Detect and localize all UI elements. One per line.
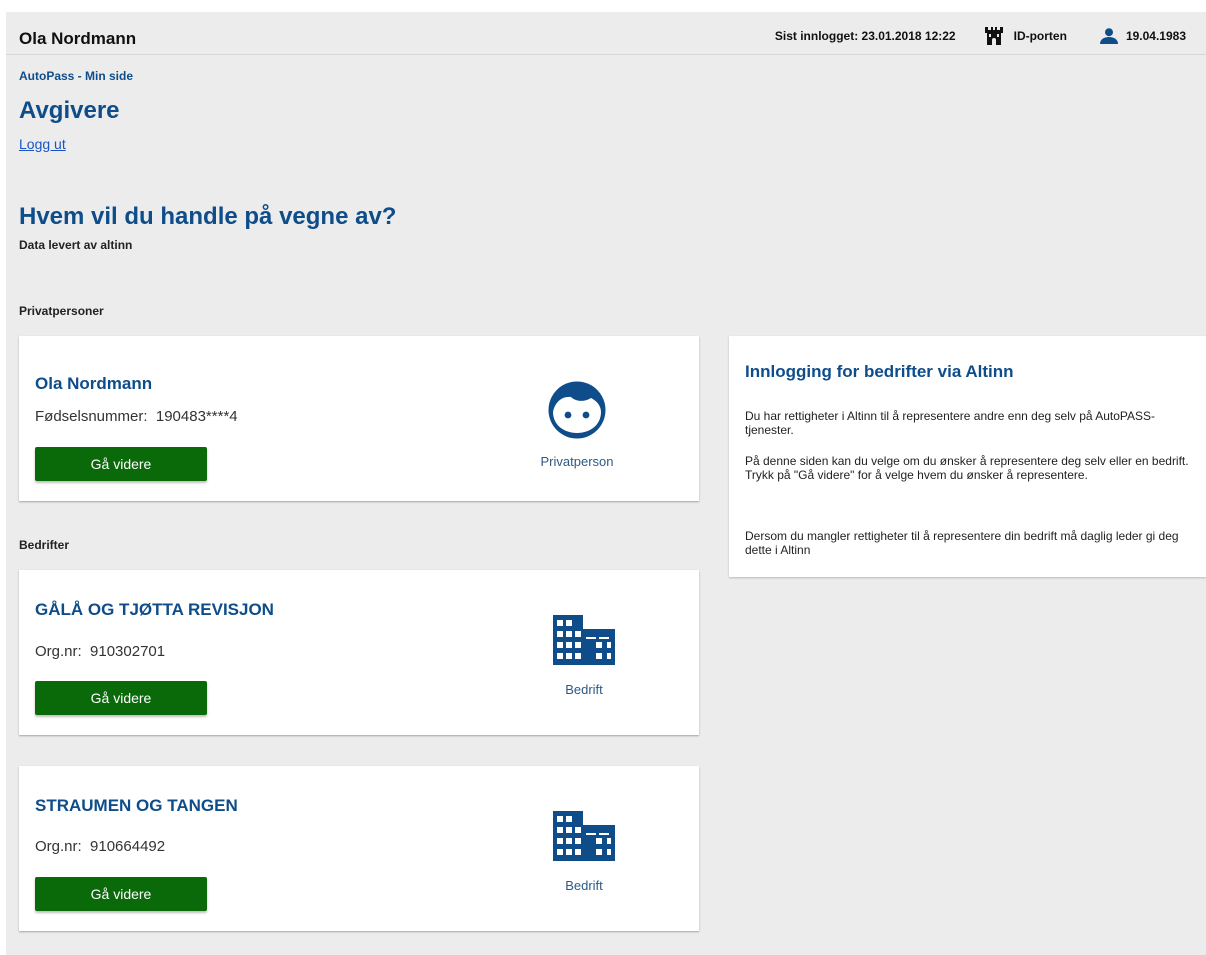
card-title: Ola Nordmann [35,374,153,393]
header-user-name: Ola Nordmann [19,29,137,48]
last-login-text: Sist innlogget: 23.01.2018 12:22 [774,29,956,43]
business-card: STRAUMEN OG TANGEN Org.nr: 910664492 Gå … [19,766,699,931]
info-paragraph: Dersom du mangler rettigheter til å repr… [745,529,1179,557]
business-card: GÅLÅ OG TJØTTA REVISJON Org.nr: 91030270… [19,570,699,735]
idporten-label: ID-porten [1013,29,1067,43]
building-icon [553,615,615,665]
birth-date-text: 19.04.1983 [1125,29,1186,43]
continue-button[interactable]: Gå videre [35,447,207,481]
logout-link[interactable]: Logg ut [19,136,66,152]
altinn-info-panel: Innlogging for bedrifter via Altinn Du h… [729,336,1206,577]
person-icon [1099,28,1118,44]
business-section-label: Bedrifter [19,538,70,552]
page-container: Ola Nordmann Sist innlogget: 23.01.2018 … [6,12,1206,955]
castle-icon [984,27,1003,45]
birth-date: 19.04.1983 [1099,28,1186,44]
info-line: Trykk på "Gå videre" for å velge hvem du… [745,468,1088,482]
private-person-card: Ola Nordmann Fødselsnummer: 190483****4 … [19,336,699,501]
card-id-value: 910664492 [90,838,166,855]
question-heading: Hvem vil du handle på vegne av? [19,203,397,230]
info-paragraph: På denne siden kan du velge om du ønsker… [745,454,1190,482]
card-type-label: Privatperson [540,454,614,469]
card-id-value: 910302701 [90,643,166,660]
private-section-label: Privatpersoner [19,304,104,318]
card-title: GÅLÅ OG TJØTTA REVISJON [35,600,274,619]
face-icon [548,381,606,439]
card-id: Org.nr: 910664492 [35,838,165,855]
card-title: STRAUMEN OG TANGEN [35,796,238,815]
info-paragraph: Du har rettigheter i Altinn til å repres… [745,409,1156,437]
card-id: Org.nr: 910302701 [35,643,165,660]
card-id: Fødselsnummer: 190483****4 [35,408,238,425]
info-line: På denne siden kan du velge om du ønsker… [745,454,1189,468]
card-id-label: Org.nr: [35,838,82,855]
continue-button[interactable]: Gå videre [35,681,207,715]
header-right: Sist innlogget: 23.01.2018 12:22 ID-port… [775,27,1186,45]
continue-button[interactable]: Gå videre [35,877,207,911]
info-title: Innlogging for bedrifter via Altinn [745,362,1014,381]
idporten-link[interactable]: ID-porten [984,27,1067,45]
card-id-label: Fødselsnummer: [35,408,148,425]
card-id-label: Org.nr: [35,643,82,660]
page-title: Avgivere [19,97,120,124]
card-type-label: Bedrift [565,878,603,893]
data-source-text: Data levert av altinn [19,238,133,252]
top-bar: Ola Nordmann Sist innlogget: 23.01.2018 … [6,12,1206,55]
card-type-label: Bedrift [565,682,603,697]
building-icon [553,811,615,861]
breadcrumb: AutoPass - Min side [19,69,134,83]
card-id-value: 190483****4 [155,408,238,425]
